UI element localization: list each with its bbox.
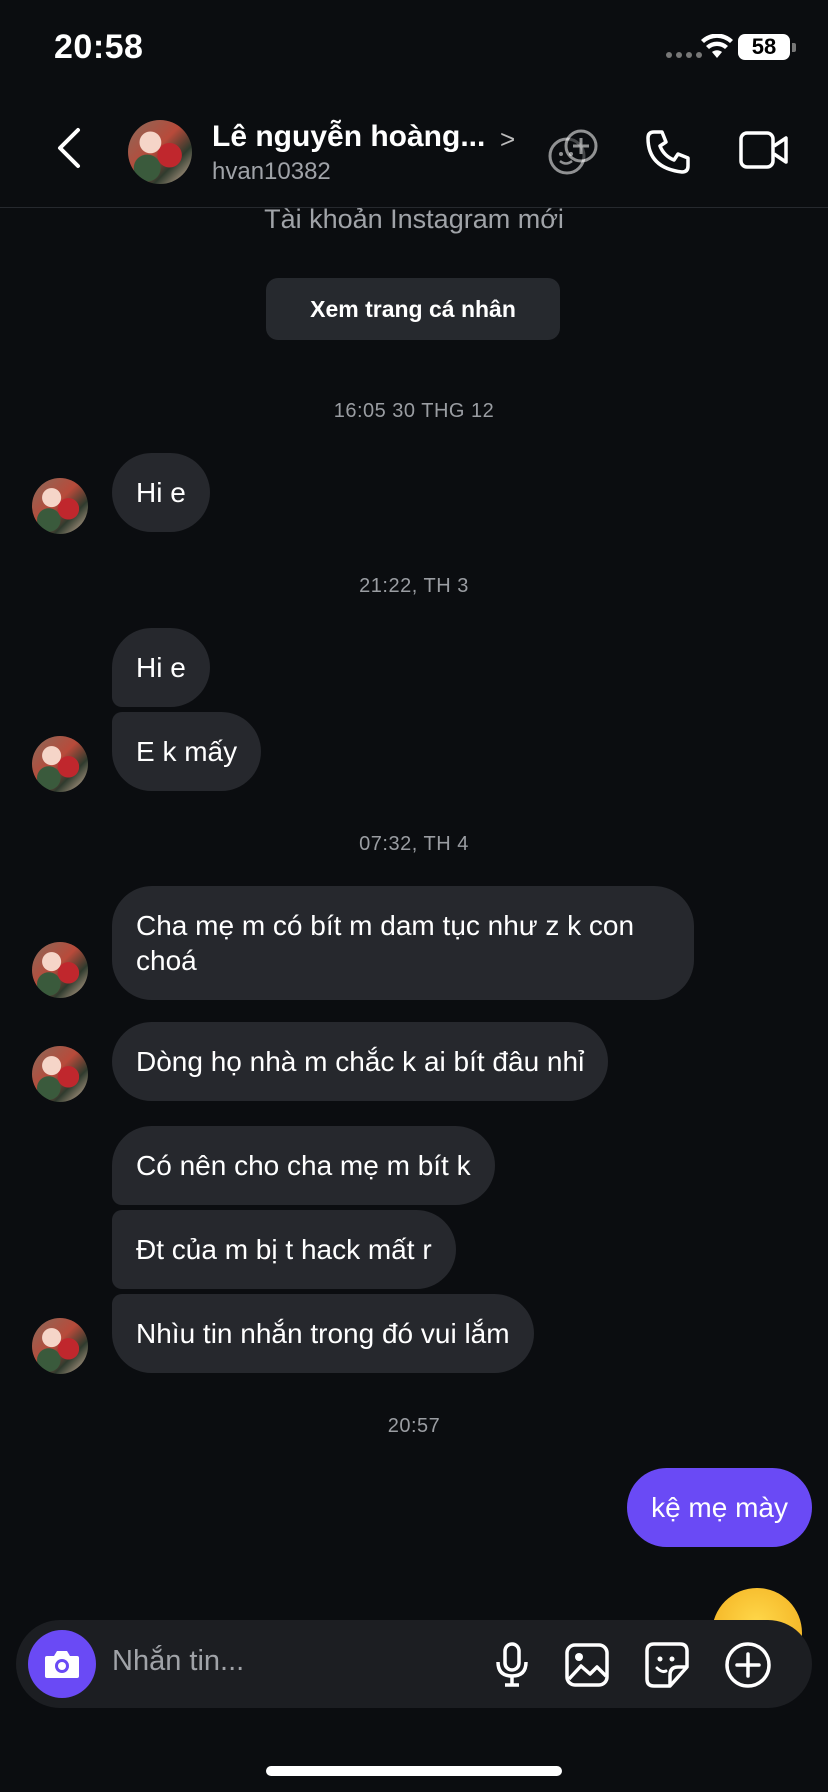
timestamp: 20:57	[387, 1415, 441, 1437]
battery-icon: 58	[738, 34, 790, 60]
timestamp: 21:22, TH 3	[359, 575, 469, 597]
avatar[interactable]	[32, 1046, 88, 1102]
message-bubble[interactable]: Nhìu tin nhắn trong đó vui lắm	[112, 1294, 534, 1373]
add-people-icon[interactable]	[548, 128, 600, 183]
avatar[interactable]	[128, 120, 192, 184]
view-profile-button[interactable]: Xem trang cá nhân	[266, 278, 560, 340]
message-bubble[interactable]: Hi e	[112, 453, 210, 532]
new-account-notice: Tài khoản Instagram mới	[264, 204, 564, 234]
message-bubble[interactable]: Dòng họ nhà m chắc k ai bít đâu nhỉ	[112, 1022, 609, 1101]
camera-button[interactable]	[28, 1630, 96, 1698]
message-bubble[interactable]: Có nên cho cha mẹ m bít k	[112, 1126, 495, 1205]
message-bubble[interactable]: E k mấy	[112, 712, 262, 791]
avatar[interactable]	[32, 1318, 88, 1374]
home-indicator[interactable]	[266, 1766, 562, 1776]
wifi-icon	[700, 33, 734, 65]
video-call-icon[interactable]	[738, 128, 790, 177]
message-bubble[interactable]: Cha mẹ m có bít m dam tục như z k con ch…	[112, 886, 694, 1000]
contact-name[interactable]: Lê nguyễn hoàng...	[212, 120, 485, 154]
gallery-icon[interactable]	[564, 1642, 610, 1693]
battery-tip	[792, 43, 796, 52]
contact-handle: hvan10382	[212, 158, 331, 185]
message-bubble[interactable]: Đt của m bị t hack mất r	[112, 1210, 456, 1289]
sent-message-bubble[interactable]: kệ mẹ mày	[627, 1468, 812, 1547]
phone-icon[interactable]	[644, 128, 692, 181]
timestamp: 16:05 30 THG 12	[333, 400, 495, 422]
add-icon[interactable]	[724, 1641, 772, 1694]
status-time: 20:58	[54, 28, 144, 66]
chevron-right-icon[interactable]: >	[500, 124, 515, 155]
avatar[interactable]	[32, 736, 88, 792]
back-icon[interactable]	[54, 126, 84, 175]
cellular-signal-icon	[666, 52, 702, 58]
microphone-icon[interactable]	[494, 1642, 530, 1693]
message-input[interactable]: Nhắn tin...	[112, 1645, 244, 1678]
sticker-icon[interactable]	[644, 1641, 690, 1694]
avatar[interactable]	[32, 942, 88, 998]
avatar[interactable]	[32, 478, 88, 534]
message-bubble[interactable]: Hi e	[112, 628, 210, 707]
timestamp: 07:32, TH 4	[359, 833, 469, 855]
